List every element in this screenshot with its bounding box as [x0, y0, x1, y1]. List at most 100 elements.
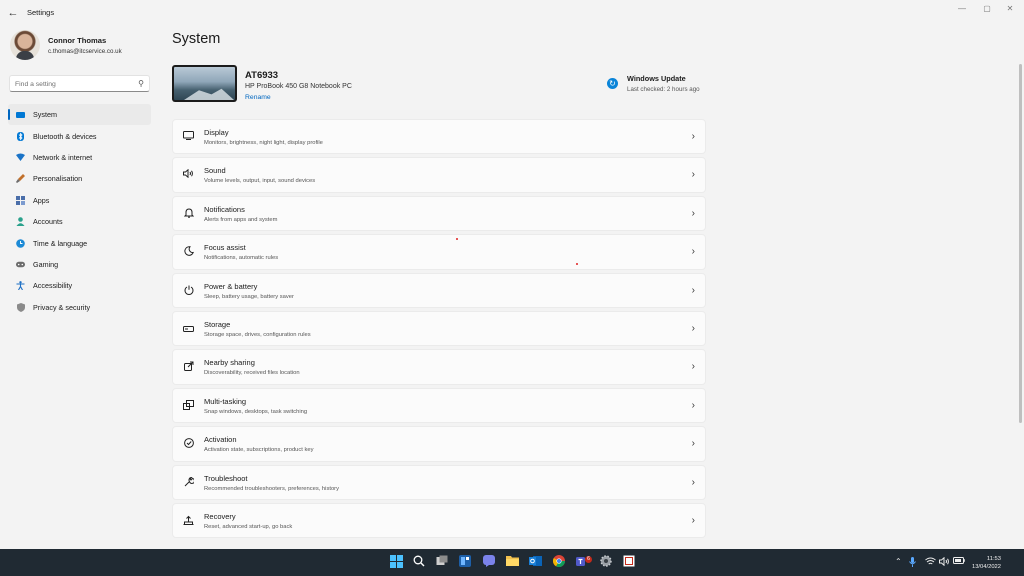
sidebar-item-label: Time & language: [33, 238, 88, 248]
volume-icon[interactable]: [939, 556, 950, 568]
multitask-icon: [182, 399, 195, 413]
chevron-right-icon: ›: [691, 131, 695, 142]
settings-card-storage[interactable]: Storage Storage space, drives, configura…: [172, 310, 706, 347]
cursor-dot: [456, 238, 458, 240]
storage-icon: [182, 323, 195, 336]
sidebar-item-label: Personalisation: [33, 174, 83, 184]
search-box[interactable]: ⚲: [9, 75, 150, 92]
card-subtitle: Alerts from apps and system: [204, 216, 278, 223]
sidebar-item-apps[interactable]: Apps: [8, 190, 151, 211]
sidebar-nav: System Bluetooth & devices Network & int…: [8, 104, 151, 318]
sidebar-item-label: Network & internet: [33, 152, 93, 162]
recovery-icon: [182, 515, 195, 528]
card-title: Multi-tasking: [204, 396, 247, 406]
battery-icon[interactable]: [953, 557, 965, 566]
card-title: Recovery: [204, 511, 236, 521]
back-arrow-icon[interactable]: ←: [6, 6, 20, 20]
card-title: Troubleshoot: [204, 473, 248, 483]
settings-card-activation[interactable]: Activation Activation state, subscriptio…: [172, 426, 706, 462]
sidebar-item-gaming[interactable]: Gaming: [8, 254, 151, 275]
settings-card-display[interactable]: Display Monitors, brightness, night ligh…: [172, 119, 706, 155]
card-title: Activation: [204, 435, 237, 445]
notification-badge: 6: [585, 556, 592, 563]
settings-card-power-battery[interactable]: Power & battery Sleep, battery usage, ba…: [172, 272, 706, 308]
search-input[interactable]: [15, 79, 130, 89]
windows-update-link[interactable]: Windows Update: [627, 74, 686, 83]
moon-icon: [182, 246, 195, 259]
clock-date: 13/04/2022: [971, 564, 1001, 570]
settings-gear-icon[interactable]: [599, 555, 613, 569]
profile-email: c.thomas@itcservice.co.uk: [48, 47, 122, 55]
card-title: Display: [204, 128, 229, 137]
card-subtitle: Reset, advanced start-up, go back: [204, 523, 293, 530]
share-icon: [182, 361, 195, 374]
accessibility-icon: [16, 281, 25, 291]
chevron-right-icon: ›: [691, 438, 695, 450]
chevron-right-icon: ›: [691, 476, 695, 488]
sync-icon[interactable]: ↻: [607, 78, 618, 89]
sidebar-item-accounts[interactable]: Accounts: [8, 211, 151, 232]
sidebar-item-label: Privacy & security: [33, 302, 91, 312]
sidebar-item-accessibility[interactable]: Accessibility: [8, 275, 151, 296]
file-explorer-icon[interactable]: [505, 555, 519, 569]
taskbar-clock[interactable]: 11:53 13/04/2022: [966, 555, 1001, 571]
power-icon: [182, 285, 195, 298]
chrome-icon[interactable]: [552, 555, 566, 569]
start-windows-icon[interactable]: [389, 555, 403, 569]
user-profile[interactable]: Connor Thomas c.thomas@itcservice.co.uk: [10, 30, 122, 60]
controller-icon: [16, 260, 25, 269]
window-title: Settings: [27, 8, 55, 17]
sidebar-item-label: Accessibility: [33, 281, 73, 291]
sidebar-item-bluetooth[interactable]: Bluetooth & devices: [8, 125, 151, 146]
close-button[interactable]: ✕: [998, 3, 1022, 15]
card-subtitle: Recommended troubleshooters, preferences…: [204, 485, 340, 492]
outlook-icon[interactable]: [528, 555, 542, 569]
microphone-icon[interactable]: [909, 557, 916, 569]
settings-card-multi-tasking[interactable]: Multi-tasking Snap windows, desktops, ta…: [172, 387, 706, 424]
check-circle-icon: [182, 438, 195, 451]
cursor-dot: [576, 263, 578, 265]
device-model: HP ProBook 450 G8 Notebook PC: [245, 83, 352, 90]
sidebar-item-label: System: [33, 110, 57, 120]
sidebar-item-personalisation[interactable]: Personalisation: [8, 168, 151, 189]
settings-card-recovery[interactable]: Recovery Reset, advanced start-up, go ba…: [172, 502, 706, 539]
chevron-right-icon: ›: [691, 284, 695, 296]
task-view-icon[interactable]: [435, 555, 449, 569]
sidebar-item-system[interactable]: System: [8, 104, 151, 126]
minimize-button[interactable]: —: [950, 3, 974, 15]
chevron-right-icon: ›: [691, 207, 695, 219]
card-title: Storage: [204, 319, 231, 329]
chevron-right-icon: ›: [691, 514, 695, 526]
settings-card-troubleshoot[interactable]: Troubleshoot Recommended troubleshooters…: [172, 464, 706, 500]
shield-icon: [16, 302, 25, 312]
sidebar-item-time-language[interactable]: Time & language: [8, 232, 151, 253]
settings-card-nearby-sharing[interactable]: Nearby sharing Discoverability, received…: [172, 349, 706, 385]
maximize-button[interactable]: ▢: [975, 3, 999, 15]
settings-card-focus-assist[interactable]: Focus assist Notifications, automatic ru…: [172, 234, 706, 270]
chevron-right-icon: ›: [691, 169, 695, 181]
apps-icon: [16, 195, 25, 205]
settings-card-sound[interactable]: Sound Volume levels, output, input, soun…: [172, 157, 706, 193]
chevron-up-icon[interactable]: ⌃: [895, 557, 902, 566]
search-icon[interactable]: ⚲: [138, 79, 144, 88]
widgets-icon[interactable]: [458, 555, 472, 569]
card-title: Sound: [204, 166, 226, 176]
snipping-tool-icon[interactable]: [622, 555, 636, 569]
sidebar-item-privacy-security[interactable]: Privacy & security: [8, 297, 151, 318]
sidebar-item-label: Bluetooth & devices: [33, 131, 97, 141]
chevron-right-icon: ›: [691, 399, 695, 411]
display-icon: [182, 131, 195, 144]
chat-icon[interactable]: [482, 555, 496, 569]
sidebar-item-label: Apps: [33, 195, 50, 205]
card-title: Notifications: [204, 204, 245, 214]
sidebar-item-network[interactable]: Network & internet: [8, 147, 151, 168]
wifi-icon[interactable]: [925, 557, 936, 568]
person-icon: [16, 217, 25, 227]
search-icon[interactable]: [412, 555, 426, 569]
page-title: System: [172, 31, 221, 47]
wifi-icon: [16, 153, 25, 162]
device-name: AT6933: [245, 70, 279, 81]
rename-link[interactable]: Rename: [245, 94, 271, 101]
settings-card-notifications[interactable]: Notifications Alerts from apps and syste…: [172, 195, 706, 232]
scrollbar[interactable]: [1019, 64, 1022, 423]
